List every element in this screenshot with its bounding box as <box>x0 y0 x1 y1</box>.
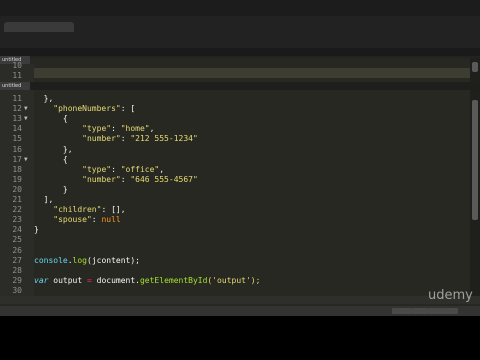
code-string: "home" <box>120 124 150 134</box>
code-key: "children" <box>53 205 102 215</box>
code-line[interactable]: "spouse": null <box>34 215 121 225</box>
line-number: 26 <box>12 245 22 255</box>
code-text: }, <box>34 94 54 103</box>
code-line[interactable]: "type": "office", <box>34 165 164 174</box>
bottom-pane-scroll-thumb[interactable] <box>472 100 478 220</box>
code-text: { <box>34 114 68 124</box>
line-number: 18 <box>12 164 22 174</box>
line-number: 14 <box>12 124 22 134</box>
code-line[interactable]: } <box>34 225 39 234</box>
code-line[interactable]: { <box>34 155 68 164</box>
title-bar <box>0 0 480 16</box>
line-number: 13 <box>12 114 22 124</box>
code-punct: : <box>91 215 102 225</box>
line-number: 20 <box>12 184 22 194</box>
status-bar <box>0 306 480 316</box>
code-object: console <box>34 255 68 265</box>
code-punct: : [ <box>120 104 136 114</box>
line-number: 11 <box>12 71 22 80</box>
line-number: 23 <box>12 215 22 225</box>
code-method: getElementById <box>139 275 208 285</box>
code-punct: [], <box>111 205 126 215</box>
line-number: 30 <box>12 285 22 295</box>
code-punct: : <box>101 205 112 215</box>
code-line[interactable]: { <box>34 114 68 123</box>
code-method: log <box>72 255 87 265</box>
code-text: }, <box>34 144 73 154</box>
code-string: "office" <box>120 164 160 174</box>
code-string: "646 555-4567" <box>130 174 198 184</box>
code-line[interactable]: }, <box>34 94 54 103</box>
code-line[interactable]: ], <box>34 195 54 204</box>
code-text: { <box>34 154 68 164</box>
code-text: } <box>34 184 68 194</box>
code-text: document. <box>91 275 140 285</box>
code-punct: : <box>111 164 121 174</box>
code-line[interactable]: "children": [], <box>34 205 126 215</box>
code-text: ], <box>34 195 54 204</box>
code-line[interactable]: } <box>34 185 68 194</box>
editor-tab[interactable] <box>4 22 74 32</box>
fold-arrow-icon[interactable]: ▼ <box>24 115 28 122</box>
code-keyword: var <box>34 275 49 285</box>
code-punct: : <box>120 134 131 144</box>
code-punct: , <box>159 164 165 174</box>
code-key: "number" <box>82 174 121 184</box>
code-key: "phoneNumbers" <box>53 104 121 114</box>
line-number: 17 <box>12 154 22 164</box>
code-args: (jcontent); <box>87 255 140 265</box>
code-key: "number" <box>82 134 121 144</box>
code-line[interactable]: var output = document.getElementById('ou… <box>34 276 260 285</box>
code-punct: : <box>111 124 121 134</box>
code-text: } <box>34 225 39 235</box>
bottom-pane-label: untitled <box>0 82 30 90</box>
menu-strip <box>0 48 480 56</box>
code-line[interactable]: "number": "646 555-4567" <box>34 175 198 184</box>
video-letterbox <box>0 316 480 360</box>
status-chip-indent[interactable] <box>428 308 440 314</box>
line-number: 16 <box>12 144 22 154</box>
line-number: 27 <box>12 255 22 265</box>
find-strip <box>0 296 480 304</box>
code-key: "spouse" <box>53 215 92 225</box>
line-number: 12 <box>12 104 22 114</box>
code-line[interactable]: "number": "212 555-1234" <box>34 134 198 143</box>
code-line[interactable]: console.log(jcontent); <box>34 256 140 265</box>
code-literal: null <box>101 215 121 225</box>
line-number: 19 <box>12 174 22 184</box>
line-number: 28 <box>12 265 22 275</box>
code-punct: , <box>149 124 155 134</box>
status-chip-encoding[interactable] <box>412 308 428 314</box>
code-key: "type" <box>82 164 112 174</box>
code-line[interactable]: }, <box>34 145 73 154</box>
fold-arrow-icon[interactable]: ▼ <box>24 156 28 163</box>
line-number: 24 <box>12 225 22 235</box>
line-number: 11 <box>12 94 22 103</box>
pane-divider[interactable] <box>0 82 480 90</box>
top-pane-scroll-thumb[interactable] <box>472 62 478 72</box>
fold-arrow-icon[interactable]: ▼ <box>24 105 28 112</box>
status-chip-syntax[interactable] <box>392 308 412 314</box>
code-identifier: output <box>48 275 87 285</box>
code-line[interactable]: "phoneNumbers": [ <box>34 104 135 113</box>
code-editor-window: untitled 10 11 untitled 11 }, 12 ▼ "phoneN… <box>0 0 480 360</box>
code-line[interactable]: "type": "home", <box>34 124 154 133</box>
status-chip-position[interactable] <box>440 308 458 314</box>
line-number: 10 <box>12 61 22 70</box>
line-number: 25 <box>12 235 22 245</box>
current-line-highlight <box>34 68 470 78</box>
code-punct: : <box>120 174 131 184</box>
code-key: "type" <box>82 124 112 134</box>
line-number: 29 <box>12 275 22 285</box>
code-string: ('output'); <box>207 275 261 285</box>
udemy-watermark-logo: udemy <box>428 288 473 303</box>
line-number: 22 <box>12 205 22 215</box>
line-number: 21 <box>12 195 22 204</box>
line-number: 15 <box>12 134 22 144</box>
code-string: "212 555-1234" <box>130 134 198 144</box>
